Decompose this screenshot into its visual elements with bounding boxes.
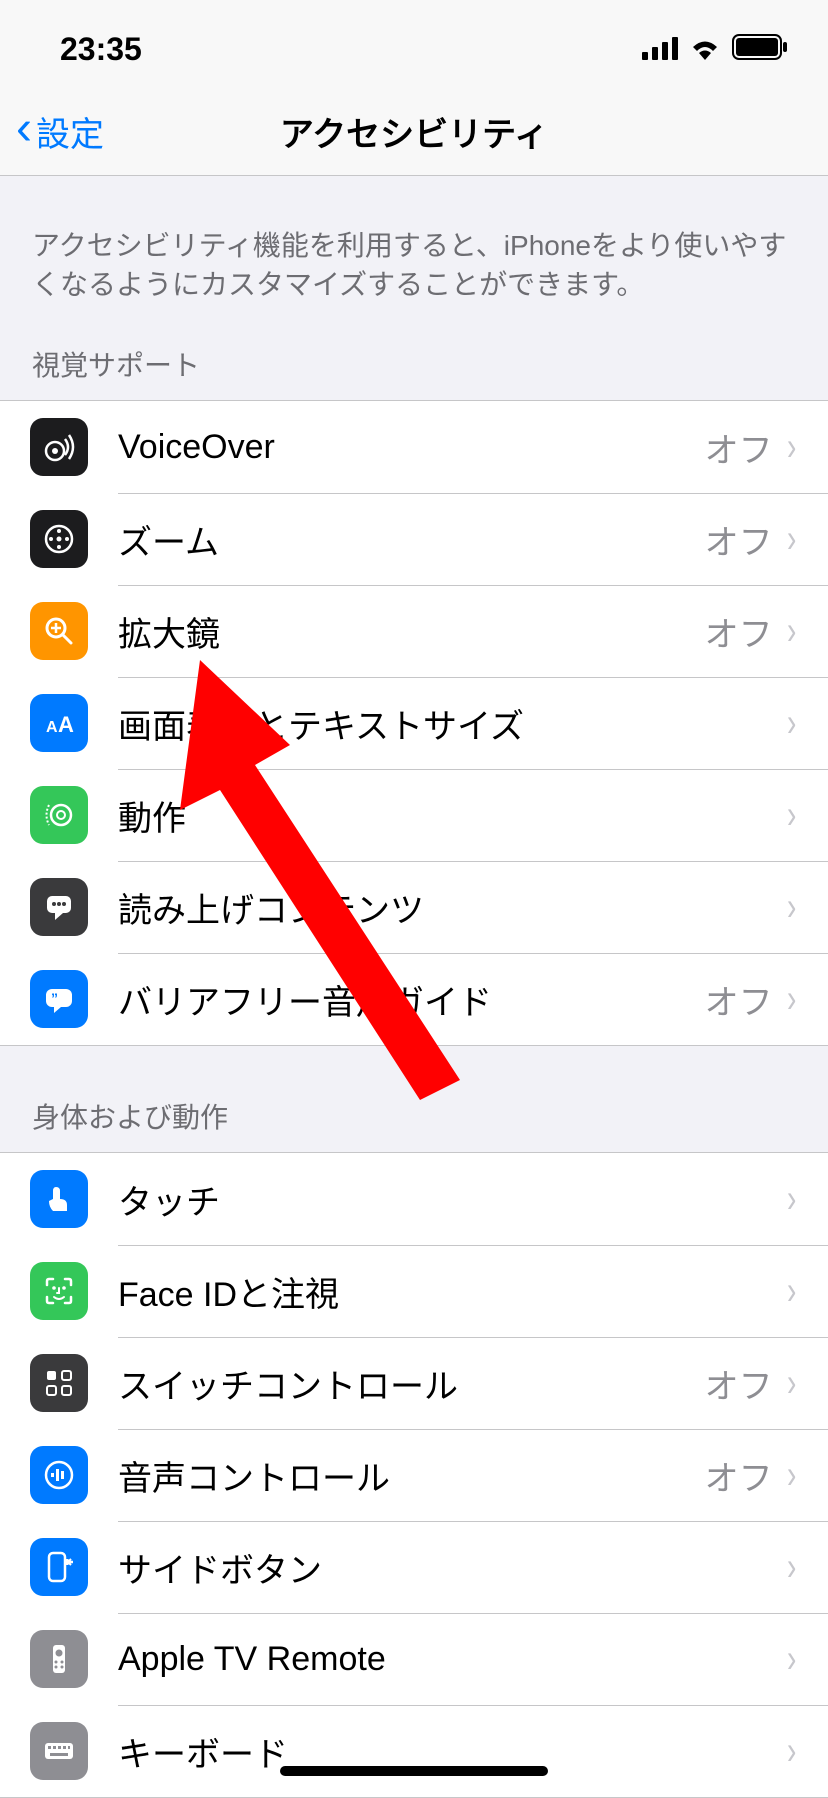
row-magnifier[interactable]: 拡大鏡 オフ › bbox=[0, 585, 828, 677]
row-label: サイドボタン bbox=[118, 1543, 785, 1592]
row-label: 読み上げコンテンツ bbox=[118, 883, 785, 932]
status-bar: 23:35 bbox=[0, 0, 828, 88]
chevron-right-icon: › bbox=[787, 427, 796, 467]
chevron-right-icon: › bbox=[787, 519, 796, 559]
row-label: ズーム bbox=[118, 515, 705, 564]
chevron-right-icon: › bbox=[787, 887, 796, 927]
section-header-visual: 視覚サポート bbox=[0, 324, 828, 400]
side-button-icon bbox=[30, 1538, 88, 1596]
magnifier-icon bbox=[30, 602, 88, 660]
row-apple-tv-remote[interactable]: Apple TV Remote › bbox=[0, 1613, 828, 1705]
row-display-text[interactable]: AA 画面表示とテキストサイズ › bbox=[0, 677, 828, 769]
textsize-icon: AA bbox=[30, 694, 88, 752]
row-label: タッチ bbox=[118, 1175, 785, 1224]
chevron-right-icon: › bbox=[787, 1271, 796, 1311]
chevron-right-icon: › bbox=[787, 1639, 796, 1679]
spoken-content-icon bbox=[30, 878, 88, 936]
faceid-icon bbox=[30, 1262, 88, 1320]
intro-text: アクセシビリティ機能を利用すると、iPhoneをより使いやすくなるようにカスタマ… bbox=[0, 176, 828, 324]
section-header-physical: 身体および動作 bbox=[0, 1046, 828, 1152]
chevron-right-icon: › bbox=[787, 1455, 796, 1495]
chevron-right-icon: › bbox=[787, 1547, 796, 1587]
voiceover-icon bbox=[30, 418, 88, 476]
zoom-icon bbox=[30, 510, 88, 568]
nav-bar: ‹ 設定 アクセシビリティ bbox=[0, 88, 828, 176]
row-faceid[interactable]: Face IDと注視 › bbox=[0, 1245, 828, 1337]
chevron-left-icon: ‹ bbox=[16, 105, 32, 153]
motion-icon bbox=[30, 786, 88, 844]
row-label: 画面表示とテキストサイズ bbox=[118, 699, 785, 748]
audio-desc-icon: ” bbox=[30, 970, 88, 1028]
switch-control-icon bbox=[30, 1354, 88, 1412]
status-indicators bbox=[642, 31, 788, 68]
home-indicator bbox=[280, 1766, 548, 1776]
back-label: 設定 bbox=[36, 107, 104, 156]
chevron-right-icon: › bbox=[787, 795, 796, 835]
row-label: 動作 bbox=[118, 791, 785, 840]
row-spoken-content[interactable]: 読み上げコンテンツ › bbox=[0, 861, 828, 953]
row-label: スイッチコントロール bbox=[118, 1359, 705, 1408]
chevron-right-icon: › bbox=[787, 611, 796, 651]
remote-icon bbox=[30, 1630, 88, 1688]
svg-text:A: A bbox=[46, 719, 58, 736]
row-value: オフ bbox=[705, 1359, 773, 1408]
keyboard-icon bbox=[30, 1722, 88, 1780]
page-title: アクセシビリティ bbox=[0, 107, 828, 156]
row-label: Apple TV Remote bbox=[118, 1640, 785, 1679]
row-label: バリアフリー音声ガイド bbox=[118, 975, 705, 1024]
chevron-right-icon: › bbox=[787, 1731, 796, 1771]
row-value: オフ bbox=[705, 423, 773, 472]
row-label: VoiceOver bbox=[118, 428, 705, 467]
row-motion[interactable]: 動作 › bbox=[0, 769, 828, 861]
chevron-right-icon: › bbox=[787, 979, 796, 1019]
row-switch-control[interactable]: スイッチコントロール オフ › bbox=[0, 1337, 828, 1429]
status-time: 23:35 bbox=[60, 31, 142, 68]
chevron-right-icon: › bbox=[787, 1179, 796, 1219]
svg-text:”: ” bbox=[51, 990, 58, 1006]
touch-icon bbox=[30, 1170, 88, 1228]
svg-text:A: A bbox=[58, 712, 74, 737]
row-value: オフ bbox=[705, 515, 773, 564]
voice-control-icon bbox=[30, 1446, 88, 1504]
row-voiceover[interactable]: VoiceOver オフ › bbox=[0, 401, 828, 493]
row-label: 拡大鏡 bbox=[118, 607, 705, 656]
row-value: オフ bbox=[705, 975, 773, 1024]
row-touch[interactable]: タッチ › bbox=[0, 1153, 828, 1245]
chevron-right-icon: › bbox=[787, 1363, 796, 1403]
row-voice-control[interactable]: 音声コントロール オフ › bbox=[0, 1429, 828, 1521]
row-side-button[interactable]: サイドボタン › bbox=[0, 1521, 828, 1613]
row-zoom[interactable]: ズーム オフ › bbox=[0, 493, 828, 585]
row-value: オフ bbox=[705, 1451, 773, 1500]
list-visual: VoiceOver オフ › ズーム オフ › 拡大鏡 オフ › AA 画面表示… bbox=[0, 400, 828, 1046]
row-keyboard[interactable]: キーボード › bbox=[0, 1705, 828, 1797]
cellular-icon bbox=[642, 31, 678, 68]
back-button[interactable]: ‹ 設定 bbox=[16, 107, 104, 156]
row-label: Face IDと注視 bbox=[118, 1267, 785, 1316]
chevron-right-icon: › bbox=[787, 703, 796, 743]
row-value: オフ bbox=[705, 607, 773, 656]
battery-icon bbox=[732, 31, 788, 68]
wifi-icon bbox=[688, 31, 722, 68]
row-audio-descriptions[interactable]: ” バリアフリー音声ガイド オフ › bbox=[0, 953, 828, 1045]
list-physical: タッチ › Face IDと注視 › スイッチコントロール オフ › 音声コント… bbox=[0, 1152, 828, 1798]
row-label: 音声コントロール bbox=[118, 1451, 705, 1500]
